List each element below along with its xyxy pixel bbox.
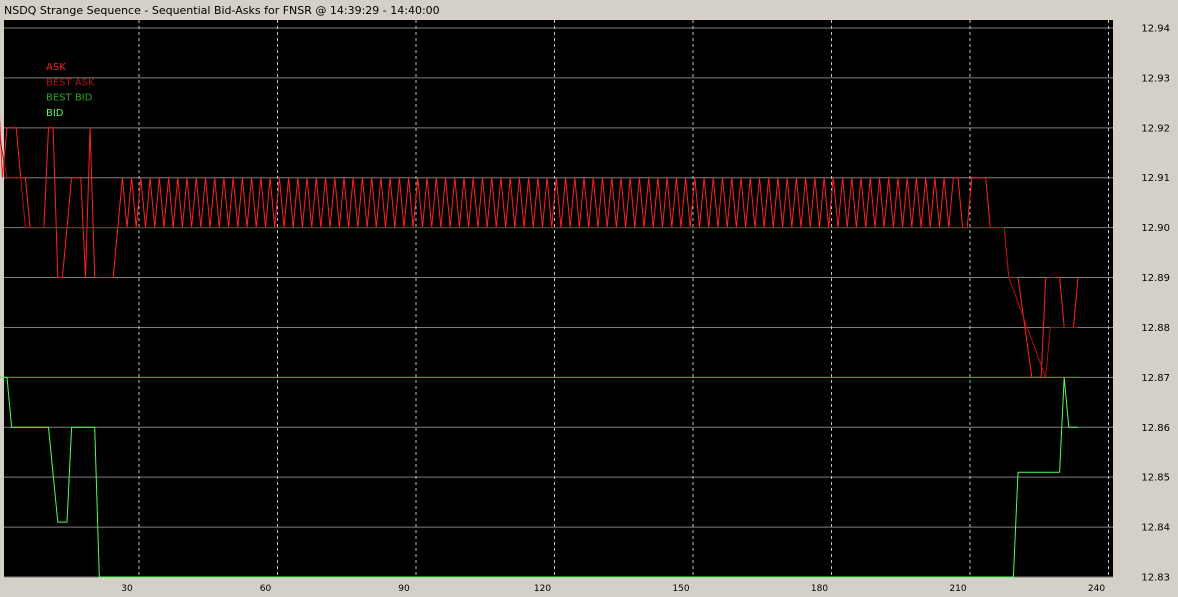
x-tick-label: 240: [1088, 584, 1105, 594]
legend-entry-ask: ASK: [46, 62, 66, 73]
legend-entry-bid: BID: [46, 108, 64, 119]
x-axis: 30 60 90 120 150 180 210 240: [121, 584, 1105, 594]
y-tick-label: 12.89: [1141, 273, 1170, 284]
y-tick-label: 12.85: [1141, 473, 1170, 484]
legend-entry-best-ask: BEST ASK: [46, 77, 95, 88]
y-tick-label: 12.93: [1141, 73, 1170, 84]
x-tick-label: 60: [260, 584, 272, 594]
y-axis: 12.83 12.84 12.85 12.86 12.87 12.88 12.89 12.90…: [1141, 24, 1170, 584]
x-tick-label: 210: [949, 584, 966, 594]
x-tick-label: 150: [672, 584, 689, 594]
x-tick-label: 30: [121, 584, 133, 594]
legend-entry-best-bid: BEST BID: [46, 93, 93, 104]
chart-svg: 12.83 12.84 12.85 12.86 12.87 12.88 12.89 12.90…: [0, 20, 1170, 594]
y-tick-label: 12.88: [1141, 323, 1170, 334]
y-tick-label: 12.92: [1141, 123, 1170, 134]
y-tick-label: 12.87: [1141, 373, 1170, 384]
y-tick-label: 12.90: [1141, 223, 1170, 234]
x-tick-label: 180: [811, 584, 828, 594]
y-tick-label: 12.94: [1141, 24, 1170, 35]
chart-window: NSDQ Strange Sequence - Sequential Bid-A…: [0, 0, 1178, 597]
y-tick-label: 12.91: [1141, 173, 1170, 184]
plot-area: [4, 20, 1113, 577]
x-tick-label: 90: [398, 584, 410, 594]
y-tick-label: 12.83: [1141, 573, 1170, 584]
y-tick-label: 12.84: [1141, 523, 1170, 534]
x-tick-label: 120: [534, 584, 551, 594]
y-tick-label: 12.86: [1141, 423, 1170, 434]
